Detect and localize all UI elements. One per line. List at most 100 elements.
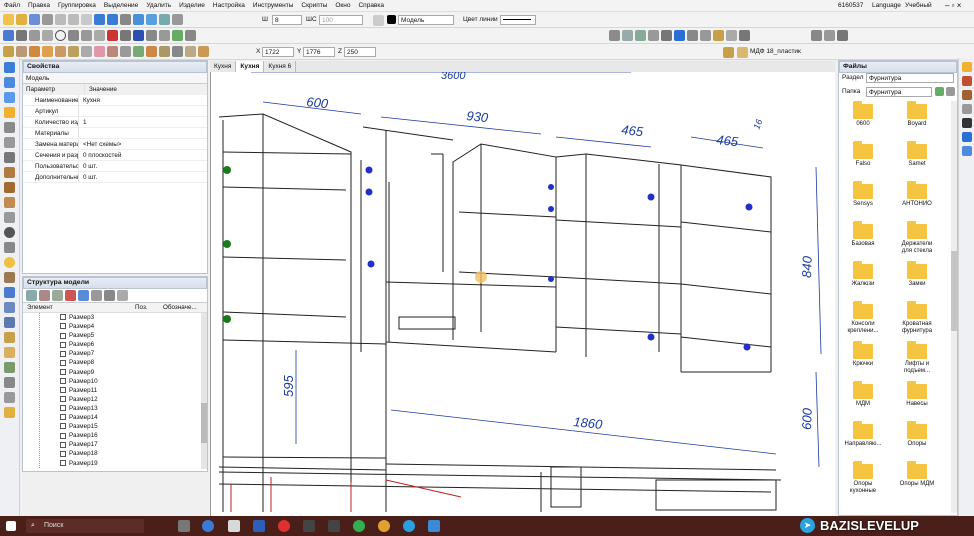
folder-item[interactable]: Навесы	[897, 381, 937, 408]
folder-item[interactable]: Базовая	[843, 221, 883, 248]
tree-checkbox[interactable]	[60, 432, 66, 439]
tree-checkbox[interactable]	[60, 423, 66, 430]
menu-settings[interactable]: Настройка	[209, 0, 249, 12]
fill-icon[interactable]	[4, 407, 15, 418]
undo-icon[interactable]	[94, 14, 105, 25]
object-type-select[interactable]: Модель	[23, 73, 207, 84]
tree-item[interactable]: Размер5	[40, 331, 207, 340]
line-style-select[interactable]	[500, 15, 536, 25]
tree-item[interactable]: Размер13	[40, 404, 207, 413]
redo-icon[interactable]	[107, 14, 118, 25]
sum-icon[interactable]	[961, 118, 972, 128]
polyline-icon[interactable]	[29, 30, 40, 41]
furniture-icon[interactable]	[961, 90, 972, 100]
select-icon[interactable]	[120, 14, 131, 25]
folder-item[interactable]: Консоли креплени...	[843, 301, 883, 335]
fastener-icon[interactable]	[120, 46, 131, 57]
line-icon[interactable]	[16, 30, 27, 41]
tree-scrollbar[interactable]	[201, 313, 207, 469]
tree-checkbox[interactable]	[60, 332, 66, 339]
cloud-icon[interactable]	[961, 132, 972, 142]
bazis-icon[interactable]	[428, 520, 440, 532]
tools-icon[interactable]	[824, 30, 835, 41]
tree-checkbox[interactable]	[60, 377, 66, 384]
clip-icon[interactable]	[4, 242, 15, 253]
folder-item[interactable]: Замки	[897, 261, 937, 288]
prop-row[interactable]: Количество изделий1	[23, 117, 207, 128]
magnet-icon[interactable]	[133, 30, 144, 41]
tree-item[interactable]: Размер8	[40, 358, 207, 367]
rectangle-icon[interactable]	[42, 30, 53, 41]
layers-panel-icon[interactable]	[4, 92, 15, 103]
menu-window[interactable]: Окно	[331, 0, 354, 12]
check-icon[interactable]	[4, 227, 15, 238]
arc-icon[interactable]	[68, 30, 79, 41]
component-icon[interactable]	[4, 272, 15, 283]
text-icon[interactable]	[81, 30, 92, 41]
panel-icon[interactable]	[3, 46, 14, 57]
sort-icon[interactable]	[65, 290, 76, 301]
tree-item[interactable]: Размер18	[40, 449, 207, 458]
tree-item[interactable]: Размер16	[40, 431, 207, 440]
window-controls[interactable]: – ▫ ×	[945, 0, 961, 12]
groove-icon[interactable]	[185, 46, 196, 57]
folder-item[interactable]: Направляю...	[843, 421, 883, 448]
properties-icon[interactable]	[4, 62, 15, 73]
prop-value[interactable]: 1	[79, 117, 87, 127]
folder-item[interactable]: Жалюзи	[843, 261, 883, 288]
zoom-all-icon[interactable]	[4, 392, 15, 403]
z-coordinate[interactable]: 250	[344, 47, 376, 57]
hatch-icon[interactable]	[94, 30, 105, 41]
export-icon[interactable]	[4, 362, 15, 373]
deselect-icon[interactable]	[4, 302, 15, 313]
prop-value[interactable]: Кухня	[79, 95, 100, 105]
material-icon[interactable]	[723, 47, 734, 58]
tree-checkbox[interactable]	[60, 396, 66, 403]
xray-icon[interactable]	[726, 30, 737, 41]
bulb-icon[interactable]	[4, 257, 15, 268]
prop-value[interactable]: 0 плоскостей	[79, 150, 121, 160]
folder-item[interactable]: МДМ	[843, 381, 883, 408]
telegram-icon[interactable]	[403, 520, 415, 532]
tree-checkbox[interactable]	[60, 368, 66, 375]
tab-kitchen-1[interactable]: Кухня	[210, 61, 237, 72]
section-select[interactable]: Фурнитура	[866, 73, 954, 83]
view-icon[interactable]	[133, 14, 144, 25]
cut-icon[interactable]	[55, 14, 66, 25]
media-icon[interactable]	[328, 520, 340, 532]
rotate-view-icon[interactable]	[4, 122, 15, 133]
language-menu[interactable]: Language	[872, 0, 901, 12]
highlight-icon[interactable]	[4, 107, 15, 118]
folder-item[interactable]: Sensys	[843, 181, 883, 208]
explorer-icon[interactable]	[228, 520, 240, 532]
prop-value[interactable]	[79, 106, 83, 116]
tree-item[interactable]: Размер10	[40, 377, 207, 386]
tree-item[interactable]: Размер12	[40, 395, 207, 404]
prop-row[interactable]: Наименование Кухня	[23, 95, 207, 106]
rotate-icon[interactable]	[159, 30, 170, 41]
tree-checkbox[interactable]	[60, 441, 66, 448]
select-all-icon[interactable]	[4, 287, 15, 298]
tab-kitchen-2[interactable]: Кухня	[236, 61, 265, 72]
dimension-icon[interactable]	[107, 30, 118, 41]
prop-row[interactable]: Артикул	[23, 106, 207, 117]
box-3d-icon[interactable]	[4, 197, 15, 208]
tree-checkbox[interactable]	[60, 350, 66, 357]
view-front-icon[interactable]	[609, 30, 620, 41]
folder-item[interactable]: Держатели для стекла	[897, 221, 937, 255]
facade-icon[interactable]	[81, 46, 92, 57]
box-icon[interactable]	[42, 46, 53, 57]
report-icon[interactable]	[4, 332, 15, 343]
pointer-icon[interactable]	[3, 30, 14, 41]
tree-item[interactable]: Размер6	[40, 340, 207, 349]
app-icon[interactable]	[303, 520, 315, 532]
settings-icon[interactable]	[961, 104, 972, 114]
options-icon[interactable]	[837, 30, 848, 41]
tree-checkbox[interactable]	[60, 323, 66, 330]
spec-icon[interactable]	[4, 347, 15, 358]
layers-icon[interactable]	[811, 30, 822, 41]
folder-item[interactable]: Крючки	[843, 341, 883, 368]
mode-menu[interactable]: Учебный	[905, 0, 932, 12]
tree-item[interactable]: Размер11	[40, 386, 207, 395]
structure-icon[interactable]	[4, 77, 15, 88]
